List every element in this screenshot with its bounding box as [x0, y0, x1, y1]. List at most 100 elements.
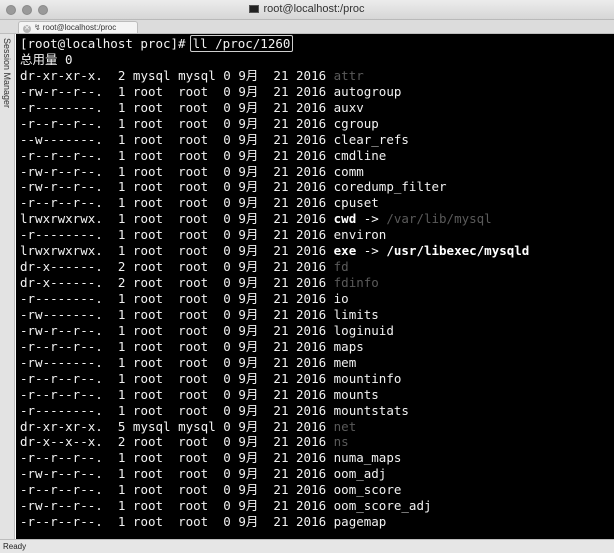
- file-owner: root: [132, 466, 164, 482]
- file-size: 0: [223, 418, 231, 434]
- file-day: 21: [273, 147, 289, 163]
- file-year: 2016: [296, 83, 327, 99]
- file-day: 21: [273, 243, 289, 259]
- session-tab[interactable]: ✕ ↯ root@localhost:/proc: [18, 21, 138, 33]
- file-group: root: [178, 306, 209, 322]
- file-group: root: [178, 322, 209, 338]
- file-name: mounts: [333, 386, 379, 402]
- file-day: 21: [273, 482, 289, 498]
- file-group: root: [178, 386, 209, 402]
- file-permissions: dr-x------.: [20, 259, 103, 275]
- file-day: 21: [273, 322, 289, 338]
- file-year: 2016: [296, 163, 327, 179]
- file-permissions: -rw-r--r--.: [20, 498, 103, 514]
- file-year: 2016: [296, 291, 327, 306]
- file-month: 9月: [238, 211, 259, 227]
- listing-row: -r--------. 1 root root 0 9月 21 2016 aux…: [20, 100, 529, 116]
- file-permissions: -r--r--r--.: [20, 338, 103, 354]
- file-owner: mysql: [132, 418, 171, 434]
- file-group: root: [178, 195, 209, 211]
- listing-row: -rw-r--r--. 1 root root 0 9月 21 2016 oom…: [20, 498, 529, 514]
- tab-label: root@localhost:/proc: [42, 23, 117, 32]
- file-owner: root: [132, 498, 164, 514]
- file-owner: root: [132, 211, 164, 227]
- file-group: root: [178, 259, 209, 275]
- file-permissions: -r--r--r--.: [20, 386, 103, 402]
- file-day: 21: [273, 498, 289, 514]
- file-size: 0: [223, 466, 231, 482]
- file-permissions: -r--r--r--.: [20, 195, 103, 211]
- file-year: 2016: [296, 99, 327, 115]
- file-year: 2016: [296, 498, 327, 514]
- file-group: root: [178, 115, 209, 131]
- terminal-output[interactable]: [root@localhost proc]# ll /proc/1260 总用量 …: [16, 34, 614, 539]
- file-group: root: [178, 498, 209, 514]
- file-month: 9月: [238, 418, 259, 434]
- file-permissions: -r--r--r--.: [20, 514, 103, 530]
- file-size: 0: [223, 402, 231, 418]
- listing-row: -rw-r--r--. 1 root root 0 9月 21 2016 log…: [20, 323, 529, 339]
- file-year: 2016: [296, 466, 327, 482]
- file-owner: root: [132, 291, 164, 306]
- listing-row: -r--r--r--. 1 root root 0 9月 21 2016 cpu…: [20, 195, 529, 211]
- file-year: 2016: [296, 322, 327, 338]
- file-owner: root: [132, 83, 164, 99]
- file-name: mem: [333, 354, 357, 370]
- listing-row: -rw-r--r--. 1 root root 0 9月 21 2016 cor…: [20, 179, 529, 195]
- file-day: 21: [273, 275, 289, 291]
- file-day: 21: [273, 211, 289, 227]
- file-day: 21: [273, 418, 289, 434]
- file-group: root: [178, 163, 209, 179]
- file-permissions: -r--r--r--.: [20, 370, 103, 386]
- file-month: 9月: [238, 115, 259, 131]
- file-month: 9月: [238, 195, 259, 211]
- file-month: 9月: [238, 131, 259, 147]
- file-month: 9月: [238, 498, 259, 514]
- file-size: 0: [223, 386, 231, 402]
- status-bar: Ready: [0, 539, 614, 553]
- file-owner: root: [132, 99, 164, 115]
- file-permissions: -r--------.: [20, 99, 103, 115]
- listing-row: -r--r--r--. 1 root root 0 9月 21 2016 mou…: [20, 387, 529, 403]
- file-permissions: -rw-------.: [20, 354, 103, 370]
- file-year: 2016: [296, 211, 327, 227]
- file-group: root: [178, 482, 209, 498]
- file-size: 0: [223, 354, 231, 370]
- file-group: root: [178, 275, 209, 291]
- file-owner: root: [132, 370, 164, 386]
- listing-row: -r--r--r--. 1 root root 0 9月 21 2016 cmd…: [20, 148, 529, 164]
- file-name: fd: [333, 259, 349, 275]
- file-group: root: [178, 338, 209, 354]
- file-permissions: -r--r--r--.: [20, 147, 103, 163]
- close-tab-icon[interactable]: ✕: [23, 25, 31, 33]
- terminal-lines: [root@localhost proc]# ll /proc/1260 总用量 …: [20, 35, 529, 530]
- file-month: 9月: [238, 354, 259, 370]
- file-day: 21: [273, 179, 289, 195]
- listing-row: --w-------. 1 root root 0 9月 21 2016 cle…: [20, 132, 529, 148]
- file-month: 9月: [238, 83, 259, 99]
- file-size: 0: [223, 67, 231, 83]
- file-year: 2016: [296, 243, 327, 259]
- file-day: 21: [273, 514, 289, 530]
- listing-row: -r--r--r--. 1 root root 0 9月 21 2016 map…: [20, 339, 529, 355]
- file-owner: root: [132, 402, 164, 418]
- listing-row: -rw-------. 1 root root 0 9月 21 2016 mem: [20, 355, 529, 371]
- file-group: root: [178, 99, 209, 115]
- file-owner: root: [132, 338, 164, 354]
- listing-row: dr-xr-xr-x. 5 mysql mysql 0 9月 21 2016 n…: [20, 419, 529, 435]
- file-name: clear_refs: [333, 131, 409, 147]
- file-size: 0: [223, 227, 231, 243]
- session-manager-panel[interactable]: Session Manager: [0, 34, 15, 539]
- file-day: 21: [273, 99, 289, 115]
- file-day: 21: [273, 67, 289, 83]
- listing-row: -r--r--r--. 1 root root 0 9月 21 2016 mou…: [20, 371, 529, 387]
- file-group: root: [178, 211, 209, 227]
- file-group: root: [178, 434, 209, 450]
- file-year: 2016: [296, 306, 327, 322]
- file-year: 2016: [296, 259, 327, 275]
- file-size: 0: [223, 338, 231, 354]
- file-name: numa_maps: [333, 450, 402, 466]
- file-year: 2016: [296, 354, 327, 370]
- file-permissions: -rw-r--r--.: [20, 83, 103, 99]
- file-owner: root: [132, 243, 164, 259]
